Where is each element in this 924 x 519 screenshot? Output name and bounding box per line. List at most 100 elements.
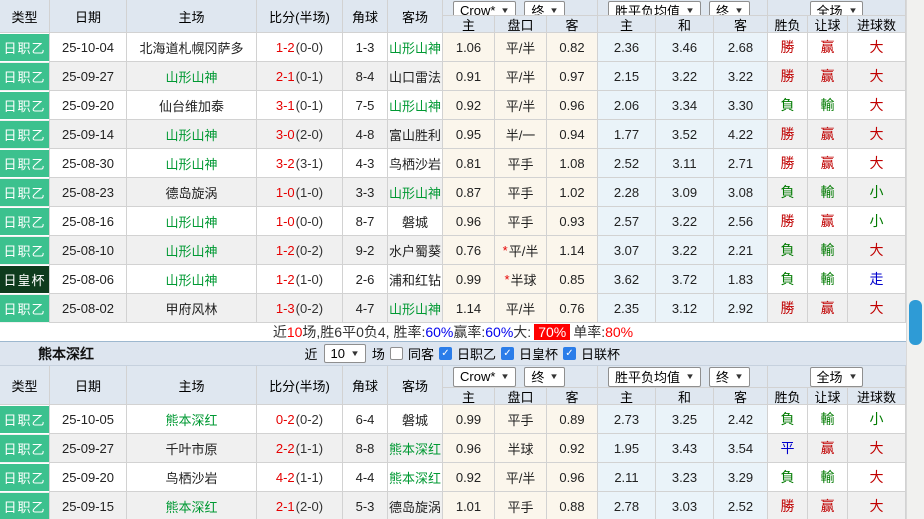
filter-same-away-checkbox[interactable] [390,347,403,360]
league-badge: 日职乙 [0,406,49,433]
cell-date: 25-08-30 [50,149,127,178]
cell-result: 勝 [768,294,808,323]
filter-jleague-cup-label: 日联杯 [581,344,620,363]
cell-avg-away: 2.92 [714,294,768,323]
cell-away-team: 德岛旋涡 [388,492,443,519]
full-time-score: 3-0 [276,127,295,142]
unit-label: 场 [372,344,385,363]
cell-avg-away: 3.54 [714,434,768,463]
cell-away-team: 山形山神 [388,91,443,120]
cell-score: 2-2(1-1) [257,434,343,463]
scope-select[interactable]: 全场▼ [810,1,864,17]
cell-away-team: 山形山神 [388,178,443,207]
bookmaker-select[interactable]: Crow*▼ [453,1,516,17]
cell-goals-result: 大 [848,294,906,323]
cell-away-team: 鸟栖沙岩 [388,149,443,178]
avg-odds-select[interactable]: 胜平负均值▼ [608,367,701,387]
cell-odds-home: 0.96 [443,434,495,463]
vertical-scrollbar[interactable] [906,0,924,519]
cell-date: 25-09-15 [50,492,127,519]
col-header-avg_draw: 和 [656,16,714,33]
cell-date: 25-08-16 [50,207,127,236]
avg-odds-select[interactable]: 胜平负均值▼ [608,1,701,17]
cell-score: 1-2(1-0) [257,265,343,294]
cell-avg-away: 2.68 [714,33,768,62]
col-header-away: 客场 [388,0,443,33]
cell-away-team: 山形山神 [388,294,443,323]
col-header-date: 日期 [50,366,127,405]
cell-corner: 4-7 [343,294,388,323]
recent-count-select[interactable]: 10▼ [324,344,366,363]
half-time-score: (0-1) [296,98,323,113]
cell-league-type: 日职乙 [0,434,50,463]
cell-date: 25-09-20 [50,91,127,120]
cell-avg-draw: 3.12 [656,294,714,323]
cell-odds-home: 0.76 [443,236,495,265]
filter-emperors-cup-checkbox[interactable]: ✓ [501,347,514,360]
cell-odds-home: 1.06 [443,33,495,62]
match-history-panel: 类型日期主场比分(半场)角球客场Crow*▼终▼胜平负均值▼终▼全场▼主盘口客主… [0,0,924,519]
bookmaker-dropdown-group: Crow*▼ 终▼ [443,366,598,388]
scrollbar-thumb[interactable] [909,300,922,345]
scope-dropdown-group: 全场▼ [768,366,906,388]
handicap-change-star: * [503,243,508,258]
col-header-avg_home: 主 [598,388,656,405]
cell-score: 1-0(1-0) [257,178,343,207]
cell-league-type: 日皇杯 [0,265,50,294]
cell-odds-away: 0.96 [547,91,598,120]
final-odds-select[interactable]: 终▼ [524,1,565,17]
cell-odds-handicap: 平手 [495,207,547,236]
cell-date: 25-08-23 [50,178,127,207]
cell-odds-home: 1.14 [443,294,495,323]
cell-avg-draw: 3.52 [656,120,714,149]
half-time-score: (2-0) [296,127,323,142]
cell-odds-away: 1.08 [547,149,598,178]
half-time-score: (1-1) [296,470,323,485]
col-header-result: 胜负 [768,16,808,33]
cell-league-type: 日职乙 [0,178,50,207]
cell-home-team: 甲府风林 [127,294,257,323]
col-header-home: 主场 [127,0,257,33]
cell-result: 平 [768,434,808,463]
cell-result: 負 [768,178,808,207]
cell-home-team: 山形山神 [127,236,257,265]
filter-jleague2-checkbox[interactable]: ✓ [439,347,452,360]
league-badge: 日职乙 [0,121,49,148]
history-filter-bar: 近10▼场同客✓日职乙✓日皇杯✓日联杯 [305,344,620,363]
league-badge: 日职乙 [0,435,49,462]
cell-avg-home: 2.15 [598,62,656,91]
cell-avg-draw: 3.22 [656,207,714,236]
cell-avg-away: 3.30 [714,91,768,120]
cell-date: 25-10-05 [50,405,127,434]
cell-avg-home: 2.11 [598,463,656,492]
league-badge: 日职乙 [0,208,49,235]
cell-league-type: 日职乙 [0,405,50,434]
cell-handicap-result: 赢 [808,120,848,149]
full-time-score: 2-1 [276,69,295,84]
summary-segment: 10 [287,324,303,340]
final-odds-select-2[interactable]: 终▼ [709,1,750,17]
chevron-down-icon: ▼ [350,349,360,358]
near-label: 近 [305,344,318,363]
final-odds-select[interactable]: 终▼ [524,367,565,387]
handicap-change-star: * [504,272,509,287]
cell-avg-away: 2.42 [714,405,768,434]
cell-odds-home: 0.91 [443,62,495,91]
half-time-score: (1-1) [296,441,323,456]
cell-result: 勝 [768,149,808,178]
cell-avg-away: 1.83 [714,265,768,294]
cell-avg-away: 3.22 [714,62,768,91]
chevron-down-icon: ▼ [501,372,511,381]
scope-select[interactable]: 全场▼ [810,367,864,387]
cell-home-team: 熊本深红 [127,492,257,519]
cell-avg-draw: 3.43 [656,434,714,463]
filter-jleague-cup-checkbox[interactable]: ✓ [563,347,576,360]
league-badge: 日职乙 [0,179,49,206]
cell-odds-handicap: 平手 [495,492,547,519]
bookmaker-select[interactable]: Crow*▼ [453,367,516,387]
cell-result: 負 [768,265,808,294]
home-team-history-table: 类型日期主场比分(半场)角球客场Crow*▼终▼胜平负均值▼终▼全场▼主盘口客主… [0,0,906,323]
cell-avg-draw: 3.22 [656,236,714,265]
final-odds-select-2[interactable]: 终▼ [709,367,750,387]
full-time-score: 1-0 [276,214,295,229]
